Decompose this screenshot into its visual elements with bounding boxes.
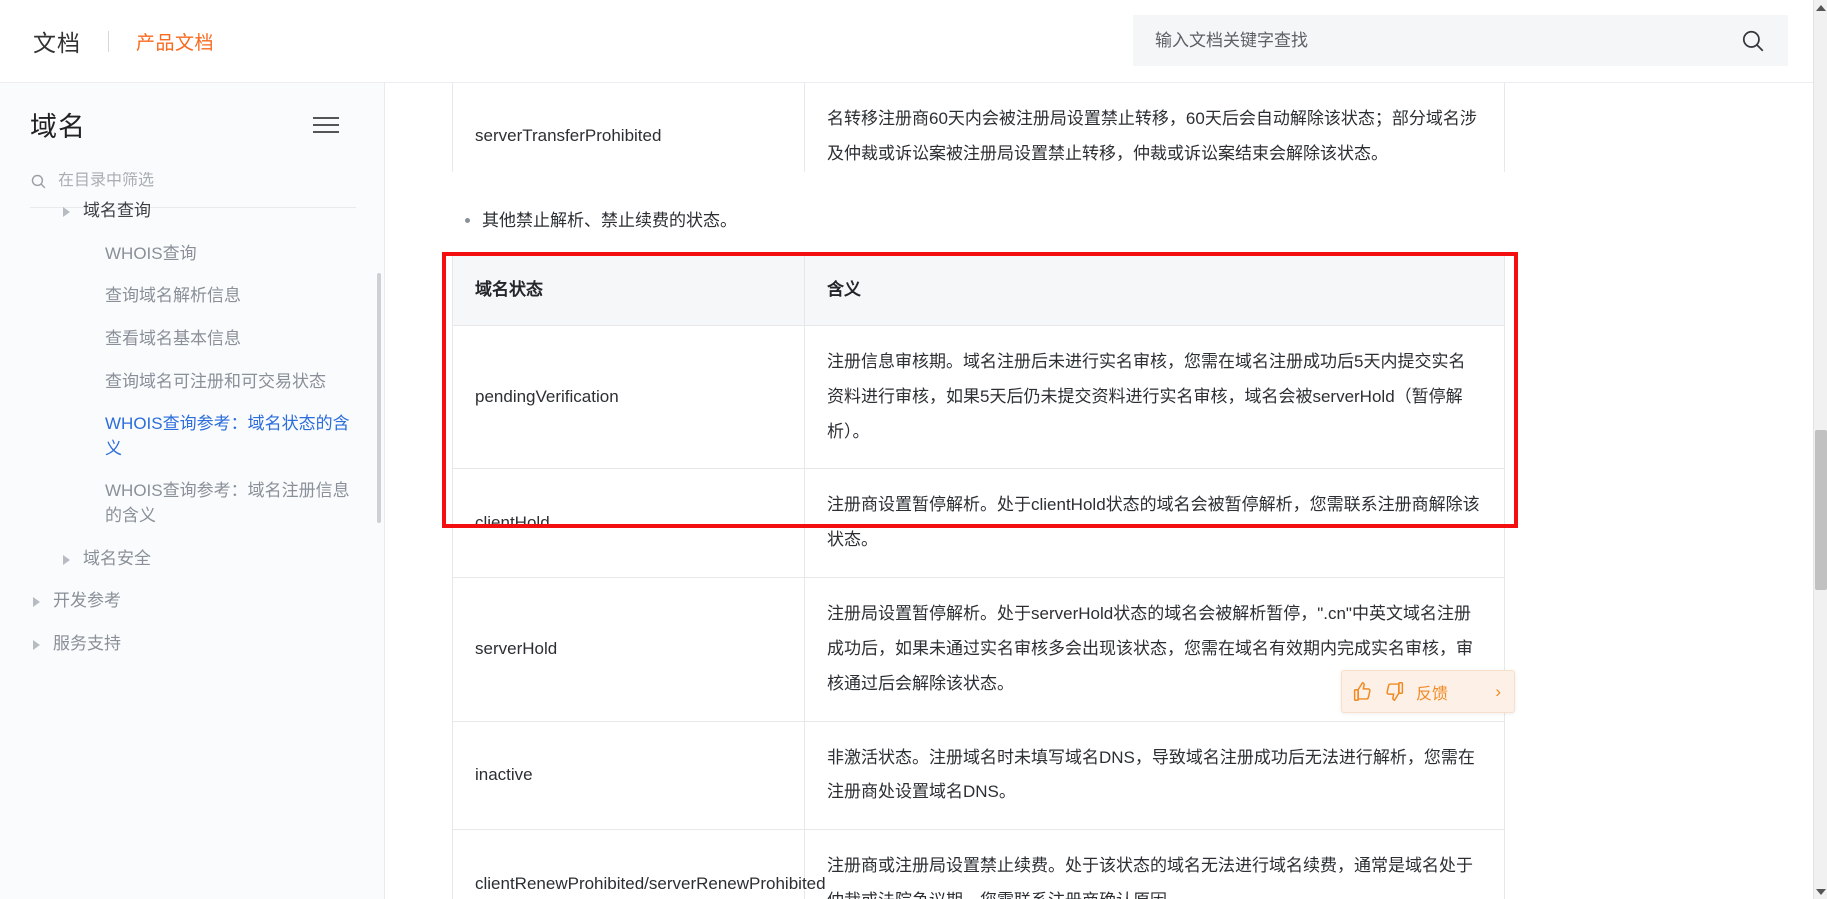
sidebar-nav-list: 域名查询 WHOIS查询查询域名解析信息 查看域名基本信息查询域名可注册和可交易状态… xyxy=(0,182,384,666)
main-content: serverTransferProhibited 名转移注册商60天内会被注册局设… xyxy=(386,83,1813,899)
header-brand-group: 文档 产品文档 xyxy=(0,24,214,58)
sidebar-scrollbar[interactable] xyxy=(377,273,381,523)
bullet-dot-icon xyxy=(465,218,470,223)
table-row: pendingVerification 注册信息审核期。域名注册后未进行实名审核，… xyxy=(452,324,1505,470)
sidebar-item-8[interactable]: 开发参考 xyxy=(0,580,384,623)
search-input[interactable] xyxy=(1155,30,1740,51)
sidebar-item-label: WHOIS查询参考：域名状态的含义 xyxy=(105,414,350,458)
feedback-label[interactable]: 反馈 xyxy=(1416,680,1448,704)
sidebar-item-label: 开发参考 xyxy=(53,591,121,611)
sidebar-item-5[interactable]: WHOIS查询参考：域名状态的含义 xyxy=(0,403,384,470)
status-cell: pendingVerification xyxy=(452,324,805,470)
chevron-right-icon[interactable]: › xyxy=(1492,682,1504,702)
sidebar-item-label: 域名安全 xyxy=(83,548,151,568)
status-cell: serverTransferProhibited xyxy=(452,83,805,172)
sidebar-item-label: 查询域名可注册和可交易状态 xyxy=(105,371,326,391)
meaning-cell: 注册商或注册局设置禁止续费。处于该状态的域名无法进行域名续费，通常是域名处于仲裁… xyxy=(804,829,1505,899)
sidebar-item-label: WHOIS查询 xyxy=(105,243,197,263)
section-bullet: 其他禁止解析、禁止续费的状态。 xyxy=(465,206,1813,231)
sidebar-item-label: 查询域名解析信息 xyxy=(105,286,241,306)
sidebar-item-label: 服务支持 xyxy=(53,634,121,654)
hamburger-icon[interactable] xyxy=(313,112,339,138)
previous-status-table-clipped: serverTransferProhibited 名转移注册商60天内会被注册局设… xyxy=(452,83,1813,172)
product-doc-link[interactable]: 产品文档 xyxy=(136,28,214,55)
sidebar-item-3[interactable]: 查看域名基本信息 xyxy=(0,318,384,361)
status-table-top: serverTransferProhibited 名转移注册商60天内会被注册局设… xyxy=(452,83,1505,172)
scroll-down-arrow-icon[interactable] xyxy=(1814,884,1827,899)
sidebar-item-1[interactable]: WHOIS查询 xyxy=(0,233,384,276)
sidebar-item-9[interactable]: 服务支持 xyxy=(0,623,384,666)
status-cell: inactive xyxy=(452,720,805,831)
table-row: clientHold 注册商设置暂停解析。处于clientHold状态的域名会被暂… xyxy=(452,468,1505,579)
sidebar: 域名 域名查询 WHOIS查询查询域名解析信息查看域名基本信息查询域名可注册和可交… xyxy=(0,83,385,899)
sidebar-title: 域名 xyxy=(30,112,86,142)
meaning-cell: 注册信息审核期。域名注册后未进行实名审核，您需在域名注册成功后5天内提交实名资料… xyxy=(804,324,1505,470)
status-cell: clientRenewProhibited/serverRenewProhibi… xyxy=(452,829,826,899)
feedback-widget[interactable]: 反馈 › xyxy=(1341,670,1515,713)
table-header-row: 域名状态 含义 xyxy=(452,255,1505,326)
meaning-cell: 注册商设置暂停解析。处于clientHold状态的域名会被暂停解析，您需联系注册… xyxy=(804,468,1505,579)
status-cell: serverHold xyxy=(452,577,805,722)
meaning-cell: 非激活状态。注册域名时未填写域名DNS，导致域名注册成功后无法进行解析，您需在注… xyxy=(804,720,1505,831)
site-header: 文档 产品文档 xyxy=(0,0,1813,83)
doc-home-link[interactable]: 文档 xyxy=(33,24,81,58)
thumbs-up-icon[interactable] xyxy=(1352,681,1373,702)
chevron-right-icon[interactable] xyxy=(63,554,70,565)
column-header: 域名状态 xyxy=(452,255,805,326)
status-table-wrapper: 域名状态 含义 pendingVerification 注册信息审核期。域名注册后未… xyxy=(442,252,1813,899)
page-root: 文档 产品文档 域名 域名查询WHOIS查询查询域名解析 xyxy=(0,0,1827,899)
meaning-cell: 名转移注册商60天内会被注册局设置禁止转移，60天后会自动解除该状态；部分域名涉… xyxy=(804,83,1505,172)
scroll-up-arrow-icon[interactable] xyxy=(1814,0,1827,15)
table-row: inactive 非激活状态。注册域名时未填写域名DNS，导致域名注册成功后无法进… xyxy=(452,720,1505,831)
sidebar-item-label: 查看域名基本信息 xyxy=(105,328,241,348)
sidebar-header: 域名 xyxy=(0,83,384,144)
sidebar-item-4[interactable]: 查询域名可注册和可交易状态 xyxy=(0,361,384,404)
header-divider xyxy=(108,30,109,52)
search-icon[interactable] xyxy=(1740,28,1766,54)
column-header: 含义 xyxy=(804,255,1505,326)
chevron-right-icon[interactable] xyxy=(33,597,40,608)
sidebar-item-6[interactable]: WHOIS查询参考：域名注册信息的含义 xyxy=(0,470,384,537)
sidebar-item-0[interactable]: 域名查询 xyxy=(0,190,384,233)
domain-status-table: 域名状态 含义 pendingVerification 注册信息审核期。域名注册后未… xyxy=(452,255,1505,899)
sidebar-item-2[interactable]: 查询域名解析信息 xyxy=(0,275,384,318)
chevron-right-icon[interactable] xyxy=(33,640,40,651)
status-cell: clientHold xyxy=(452,468,805,579)
sidebar-item-label: 域名查询 xyxy=(83,201,151,220)
thumbs-down-icon[interactable] xyxy=(1384,681,1405,702)
page-scrollbar[interactable] xyxy=(1813,0,1827,899)
table-row: clientRenewProhibited/serverRenewProhibi… xyxy=(452,829,1505,899)
global-search-box[interactable] xyxy=(1133,15,1788,66)
chevron-right-icon[interactable] xyxy=(63,207,70,217)
sidebar-item-label: WHOIS查询参考：域名注册信息的含义 xyxy=(105,481,350,526)
scrollbar-thumb[interactable] xyxy=(1815,430,1827,590)
sidebar-item-7[interactable]: 域名安全 xyxy=(0,538,384,581)
table-row: serverTransferProhibited 名转移注册商60天内会被注册局设… xyxy=(452,83,1505,172)
bullet-text: 其他禁止解析、禁止续费的状态。 xyxy=(482,211,737,230)
